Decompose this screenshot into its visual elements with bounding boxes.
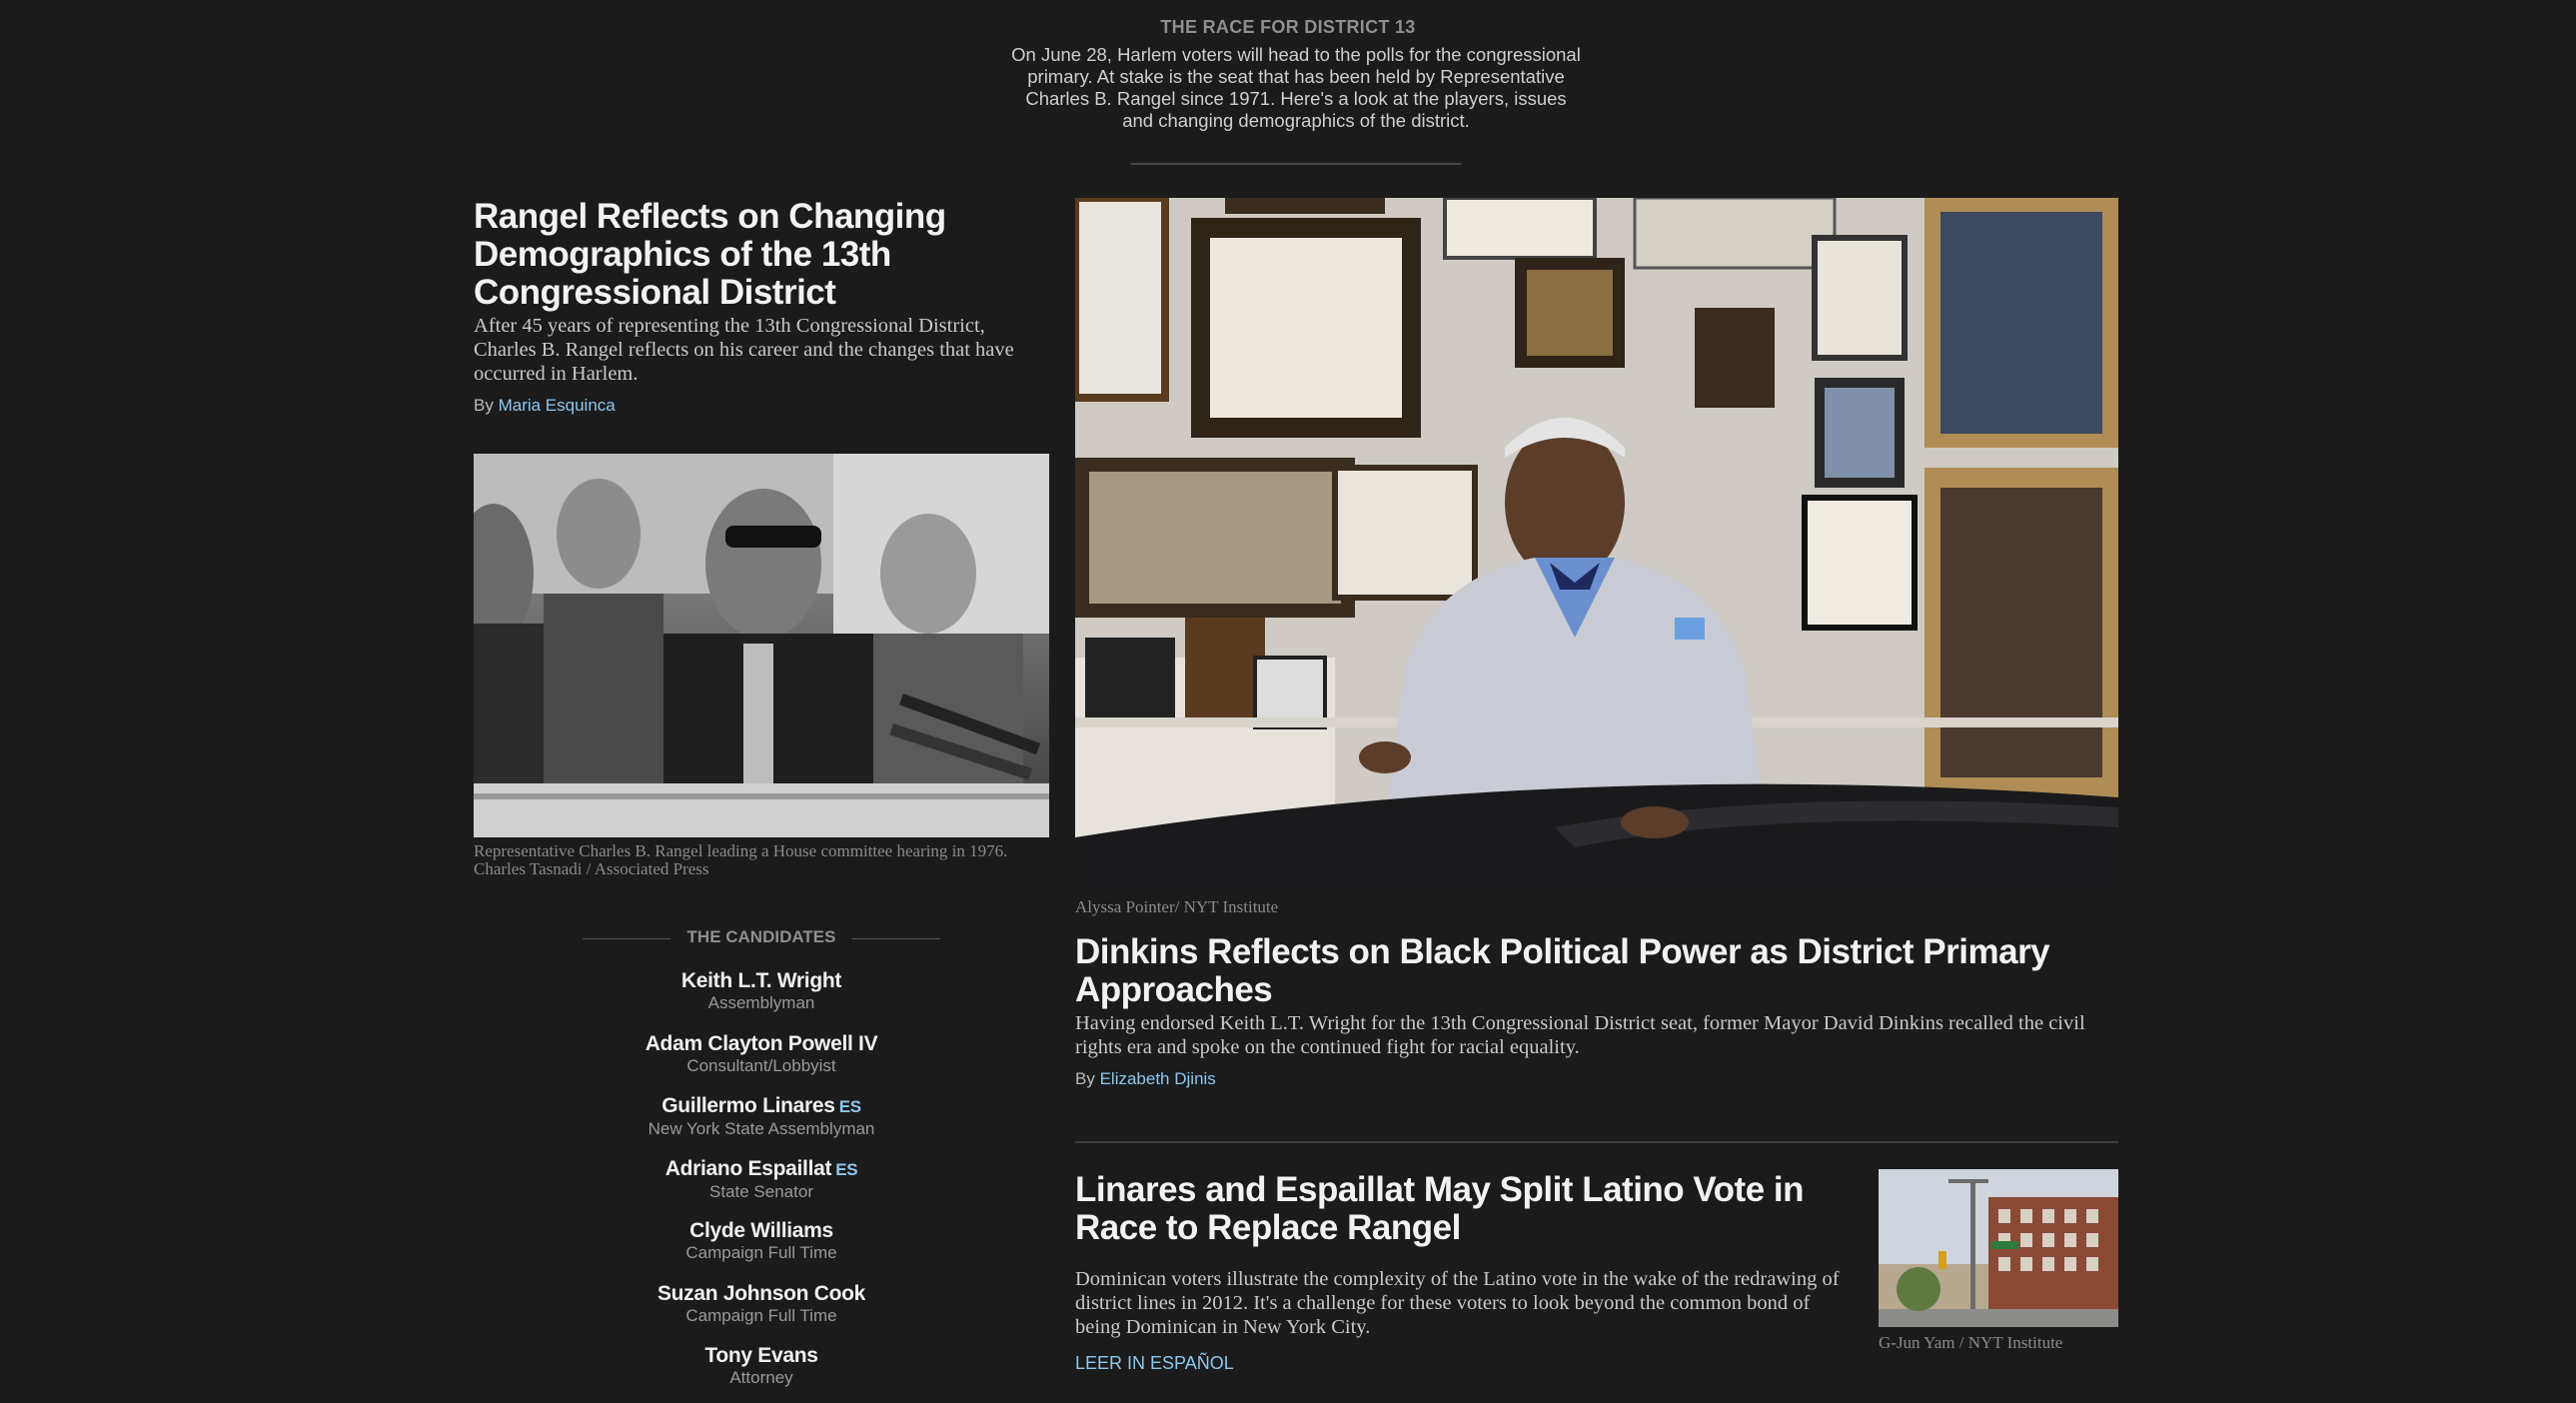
candidate-role: Assemblyman bbox=[707, 993, 815, 1012]
candidate-role: New York State Assemblyman bbox=[647, 1119, 875, 1138]
candidate-name-text[interactable]: Adriano Espaillat bbox=[665, 1157, 832, 1180]
candidate-name[interactable]: Guillermo Linares ES bbox=[562, 1094, 961, 1119]
candidate-item[interactable]: Adriano Espaillat ES State Senator bbox=[562, 1157, 961, 1220]
photo-credit: G-Jun Yam / NYT Institute bbox=[1879, 1333, 2063, 1352]
dinkins-photo-image bbox=[1075, 198, 2118, 893]
section-kicker: THE RACE FOR DISTRICT 13 bbox=[1160, 17, 1416, 37]
author-link[interactable]: Maria Esquinca bbox=[499, 396, 616, 415]
author-link[interactable]: Elizabeth Djinis bbox=[1100, 1069, 1216, 1088]
byline-prefix: By bbox=[1075, 1069, 1095, 1088]
photo-credit: Alyssa Pointer/ NYT Institute bbox=[1075, 897, 1279, 916]
candidate-name-text[interactable]: Tony Evans bbox=[704, 1344, 818, 1367]
story-divider bbox=[1075, 1141, 2118, 1143]
candidate-role: Consultant/Lobbyist bbox=[686, 1055, 836, 1075]
street-scene-photo[interactable] bbox=[1879, 1169, 2118, 1327]
byline-prefix: By bbox=[474, 396, 494, 415]
hearing-photo-image bbox=[474, 454, 1049, 837]
candidate-name[interactable]: Suzan Johnson Cook bbox=[562, 1282, 961, 1306]
candidate-item[interactable]: Guillermo Linares ES New York State Assem… bbox=[562, 1094, 961, 1157]
story-summary: Having endorsed Keith L.T. Wright for th… bbox=[1075, 1012, 2085, 1058]
candidate-name-text[interactable]: Keith L.T. Wright bbox=[681, 969, 841, 992]
candidate-name[interactable]: Keith L.T. Wright bbox=[562, 969, 961, 993]
spanish-link[interactable]: ES bbox=[835, 1160, 857, 1179]
rangel-hearing-photo[interactable] bbox=[474, 454, 1049, 837]
story-summary: After 45 years of representing the 13th … bbox=[474, 315, 1014, 385]
candidate-name[interactable]: Adam Clayton Powell IV bbox=[562, 1032, 961, 1056]
candidates-rule-right bbox=[852, 938, 940, 939]
candidate-role: Attorney bbox=[729, 1368, 793, 1387]
intro-divider bbox=[1131, 163, 1461, 165]
candidate-item[interactable]: Keith L.T. Wright Assemblyman bbox=[562, 969, 961, 1032]
story-headline[interactable]: Rangel Reflects on Changing Demographics… bbox=[474, 198, 1051, 312]
candidate-role: State Senator bbox=[709, 1181, 813, 1201]
dinkins-portrait-photo[interactable] bbox=[1075, 198, 2118, 893]
story-headline[interactable]: Linares and Espaillat May Split Latino V… bbox=[1075, 1171, 1875, 1247]
candidate-name-text[interactable]: Suzan Johnson Cook bbox=[657, 1282, 865, 1305]
story-latino-vote: Linares and Espaillat May Split Latino V… bbox=[1075, 1171, 1875, 1374]
candidate-name-text[interactable]: Adam Clayton Powell IV bbox=[645, 1032, 878, 1055]
candidate-name[interactable]: Clyde Williams bbox=[562, 1219, 961, 1243]
candidate-name[interactable]: Tony Evans bbox=[562, 1344, 961, 1368]
candidate-name[interactable]: Adriano Espaillat ES bbox=[562, 1157, 961, 1182]
candidate-item[interactable]: Adam Clayton Powell IV Consultant/Lobbyi… bbox=[562, 1032, 961, 1095]
candidate-name-text[interactable]: Clyde Williams bbox=[689, 1219, 833, 1242]
candidates-header: THE CANDIDATES bbox=[583, 927, 940, 949]
story-headline[interactable]: Dinkins Reflects on Black Political Powe… bbox=[1075, 933, 2118, 1009]
byline: By Elizabeth Djinis bbox=[1075, 1069, 2118, 1089]
byline: By Maria Esquinca bbox=[474, 396, 1051, 416]
candidate-item[interactable]: Clyde Williams Campaign Full Time bbox=[562, 1219, 961, 1282]
story-summary: Dominican voters illustrate the complexi… bbox=[1075, 1268, 1840, 1338]
candidate-item[interactable]: Suzan Johnson Cook Campaign Full Time bbox=[562, 1282, 961, 1345]
intro-paragraph: On June 28, Harlem voters will head to t… bbox=[1011, 44, 1581, 131]
candidate-name-text[interactable]: Guillermo Linares bbox=[661, 1094, 835, 1117]
spanish-link[interactable]: ES bbox=[839, 1097, 861, 1116]
story-dinkins: Dinkins Reflects on Black Political Powe… bbox=[1075, 933, 2118, 1089]
street-photo-image bbox=[1879, 1169, 2118, 1327]
story-rangel: Rangel Reflects on Changing Demographics… bbox=[474, 198, 1051, 416]
candidate-role: Campaign Full Time bbox=[685, 1243, 837, 1262]
candidate-role: Campaign Full Time bbox=[685, 1305, 837, 1325]
candidates-list: Keith L.T. Wright Assemblyman Adam Clayt… bbox=[562, 969, 961, 1403]
photo-caption: Representative Charles B. Rangel leading… bbox=[474, 841, 1008, 878]
spanish-version-link[interactable]: LEER IN ESPAÑOL bbox=[1075, 1353, 1875, 1374]
candidates-label: THE CANDIDATES bbox=[686, 927, 836, 946]
candidate-item[interactable]: Tony Evans Attorney bbox=[562, 1344, 961, 1403]
